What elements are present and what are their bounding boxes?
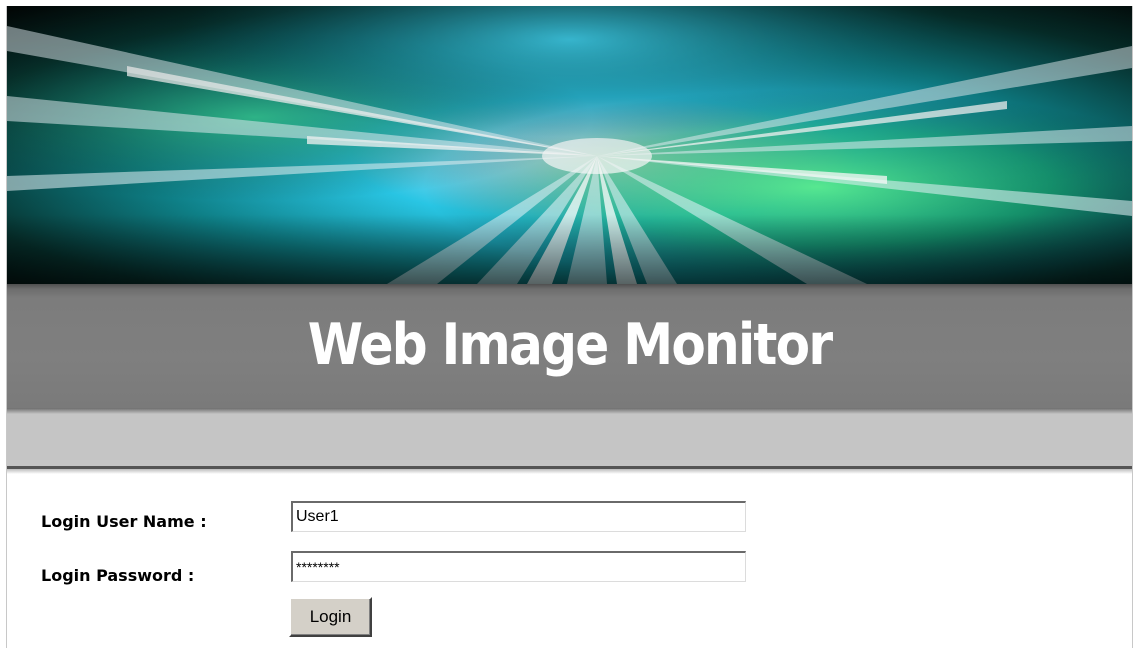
page-frame: Web Image Monitor Login User Name : Logi… [6,6,1133,648]
header-banner-image [7,6,1132,284]
password-field[interactable] [291,551,746,582]
page-title: Web Image Monitor [307,312,833,378]
password-label: Login Password : [41,566,195,585]
title-band: Web Image Monitor [7,284,1132,410]
sub-bar-shadow [7,469,1132,474]
header-sub-bar [7,414,1132,469]
login-button[interactable]: Login [289,597,372,637]
user-name-field[interactable] [291,501,746,532]
user-name-label: Login User Name : [41,512,207,531]
